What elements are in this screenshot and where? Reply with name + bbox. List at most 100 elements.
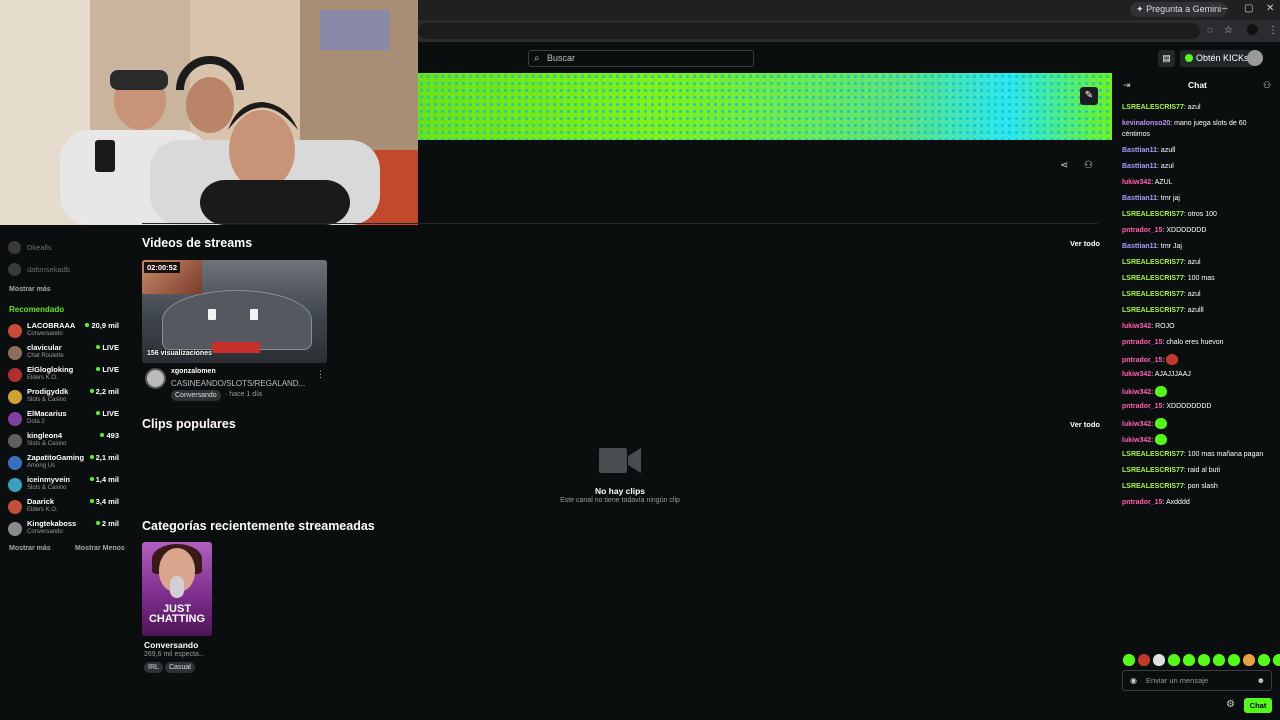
chat-message: lukiw342: AJAJJJAAJ bbox=[1122, 371, 1191, 378]
chat-username[interactable]: LSREALESCRIS77 bbox=[1122, 275, 1184, 282]
user-avatar[interactable] bbox=[1247, 50, 1263, 66]
chat-username[interactable]: pntrador_15 bbox=[1122, 227, 1162, 234]
chat-users-icon[interactable]: ⚇ bbox=[1263, 80, 1271, 91]
sidebar-following-item[interactable]: dafonsekadb bbox=[8, 263, 70, 276]
address-bar[interactable] bbox=[418, 23, 1200, 39]
sidebar-recommended-item[interactable]: ElMacarius Dota 2 LIVE bbox=[8, 409, 122, 429]
viewer-count: LIVE bbox=[96, 409, 119, 418]
bookmark-star-icon[interactable]: ☆ bbox=[1224, 25, 1233, 36]
gear-icon[interactable]: ⚙ bbox=[1226, 699, 1235, 710]
emote-icon[interactable] bbox=[1243, 654, 1255, 666]
show-less-link[interactable]: Mostrar Menos bbox=[75, 545, 125, 552]
emote-icon[interactable] bbox=[1213, 654, 1225, 666]
chat-message: LSREALESCRIS77: azul bbox=[1122, 259, 1201, 266]
follow-user-icon[interactable]: ⚇ bbox=[1084, 160, 1093, 171]
channel-name: Kingtekaboss bbox=[27, 519, 77, 528]
sidebar-recommended-item[interactable]: Daarick Elders K.O. 3,4 mil bbox=[8, 497, 122, 517]
sparkle-icon: ✦ bbox=[1136, 4, 1144, 14]
video-thumbnail[interactable] bbox=[142, 260, 327, 363]
chat-badge-icon[interactable]: ◉ bbox=[1130, 671, 1137, 690]
videos-see-all-link[interactable]: Ver todo bbox=[1070, 239, 1100, 248]
share-icon[interactable]: ⋖ bbox=[1060, 160, 1068, 171]
video-views: 156 visualizaciones bbox=[147, 350, 212, 357]
show-more-link[interactable]: Mostrar más bbox=[9, 545, 51, 552]
profile-icon[interactable] bbox=[1247, 24, 1258, 35]
chat-username[interactable]: lukiw342 bbox=[1122, 437, 1151, 444]
chat-message-text: tmr jaj bbox=[1160, 195, 1180, 202]
chat-username[interactable]: pntrador_15 bbox=[1122, 499, 1162, 506]
chat-username[interactable]: LSREALESCRIS77 bbox=[1122, 451, 1184, 458]
category-tag[interactable]: Casual bbox=[165, 662, 195, 673]
chat-username[interactable]: Basttian11 bbox=[1122, 243, 1157, 250]
sidebar-recommended-item[interactable]: iceinmyvein Slots & Casino 1,4 mil bbox=[8, 475, 122, 495]
video-category-tag[interactable]: Conversando bbox=[171, 390, 221, 401]
category-name[interactable]: Conversando bbox=[144, 640, 198, 650]
chat-message-text: tmr Jaj bbox=[1160, 243, 1182, 250]
chat-username[interactable]: pntrador_15 bbox=[1122, 339, 1162, 346]
chat-username[interactable]: lukiw342 bbox=[1122, 323, 1151, 330]
live-dot-icon bbox=[89, 455, 94, 459]
kick-coin-icon bbox=[1185, 54, 1193, 62]
sidebar-following-item[interactable]: Dkealls bbox=[8, 241, 52, 254]
search-input[interactable]: ⌕ Buscar bbox=[528, 50, 754, 67]
sidebar-recommended-item[interactable]: ZapatitoGaming Among Us 2,1 mil bbox=[8, 453, 122, 473]
emote-icon[interactable] bbox=[1183, 654, 1195, 666]
emote-icon[interactable] bbox=[1153, 654, 1165, 666]
emoji-icon[interactable]: ☻ bbox=[1257, 671, 1265, 690]
ask-gemini-button[interactable]: ✦ Pregunta a Gemini bbox=[1130, 2, 1228, 17]
chat-username[interactable]: LSREALESCRIS77 bbox=[1122, 291, 1184, 298]
show-more-following-link[interactable]: Mostrar más bbox=[9, 286, 51, 293]
layout-icon[interactable]: ▤ bbox=[1158, 50, 1175, 67]
sidebar-recommended-item[interactable]: Prodigyddk Slots & Casino 2,2 mil bbox=[8, 387, 122, 407]
more-options-icon[interactable]: ⋮ bbox=[316, 369, 325, 380]
chat-username[interactable]: lukiw342 bbox=[1122, 179, 1151, 186]
chat-input[interactable]: ◉ Enviar un mensaje ☻ bbox=[1122, 670, 1272, 691]
category-card[interactable]: JUST CHATTING bbox=[142, 542, 212, 636]
chat-username[interactable]: Basttian11 bbox=[1122, 163, 1157, 170]
chat-send-button[interactable]: Chat bbox=[1244, 698, 1272, 713]
chat-username[interactable]: Basttian11 bbox=[1122, 195, 1157, 202]
category-tag[interactable]: IRL bbox=[144, 662, 163, 673]
edit-banner-icon[interactable]: ✎ bbox=[1080, 87, 1098, 105]
channel-avatar[interactable] bbox=[145, 368, 166, 389]
chat-username[interactable]: kevinalonso20 bbox=[1122, 120, 1170, 127]
chat-username[interactable]: LSREALESCRIS77 bbox=[1122, 483, 1184, 490]
chat-username[interactable]: pntrador_15 bbox=[1122, 357, 1162, 364]
chat-username[interactable]: Basttian11 bbox=[1122, 147, 1157, 154]
emote-icon[interactable] bbox=[1273, 654, 1280, 666]
eye-off-icon[interactable]: ◌ bbox=[1207, 25, 1213, 36]
chat-username[interactable]: LSREALESCRIS77 bbox=[1122, 467, 1184, 474]
emote-icon[interactable] bbox=[1198, 654, 1210, 666]
collapse-chat-icon[interactable]: ⇥ bbox=[1123, 80, 1131, 91]
emote-icon[interactable] bbox=[1258, 654, 1270, 666]
chat-username[interactable]: LSREALESCRIS77 bbox=[1122, 104, 1184, 111]
live-dot-icon bbox=[89, 389, 94, 393]
chat-username[interactable]: lukiw342 bbox=[1122, 421, 1151, 428]
chat-message: LSREALESCRIS77: azulll bbox=[1122, 307, 1204, 314]
chat-username[interactable]: pntrador_15 bbox=[1122, 403, 1162, 410]
emote-icon[interactable] bbox=[1138, 654, 1150, 666]
clips-see-all-link[interactable]: Ver todo bbox=[1070, 420, 1100, 429]
chat-username[interactable]: lukiw342 bbox=[1122, 389, 1151, 396]
get-kicks-button[interactable]: Obtén KICKs bbox=[1180, 50, 1254, 67]
chat-username[interactable]: LSREALESCRIS77 bbox=[1122, 259, 1184, 266]
thumbnail-card bbox=[250, 309, 258, 320]
chat-username[interactable]: LSREALESCRIS77 bbox=[1122, 211, 1184, 218]
sidebar-recommended-item[interactable]: clavicular Chat Roulette LIVE bbox=[8, 343, 122, 363]
maximize-button[interactable]: ▢ bbox=[1244, 3, 1253, 14]
video-title[interactable]: CASINEANDO/SLOTS/REGALAND... bbox=[171, 379, 305, 388]
sidebar-recommended-item[interactable]: LACOBRAAA Conversando 20,9 mil bbox=[8, 321, 122, 341]
sidebar-recommended-item[interactable]: Kingtekaboss Conversando 2 mil bbox=[8, 519, 122, 539]
emote-icon[interactable] bbox=[1168, 654, 1180, 666]
sidebar-recommended-item[interactable]: kingleon4 Slots & Casino 493 bbox=[8, 431, 122, 451]
emote-icon[interactable] bbox=[1228, 654, 1240, 666]
sidebar-recommended-item[interactable]: ElGlogloking Elders K.O. LIVE bbox=[8, 365, 122, 385]
emote-icon[interactable] bbox=[1123, 654, 1135, 666]
video-channel-name[interactable]: xgonzalomen bbox=[171, 368, 216, 375]
browser-menu-icon[interactable]: ⋮ bbox=[1268, 25, 1278, 36]
search-icon: ⌕ bbox=[534, 53, 540, 64]
chat-username[interactable]: lukiw342 bbox=[1122, 371, 1151, 378]
close-window-button[interactable]: ✕ bbox=[1266, 3, 1274, 14]
minimize-button[interactable]: – bbox=[1222, 3, 1228, 14]
chat-username[interactable]: LSREALESCRIS77 bbox=[1122, 307, 1184, 314]
